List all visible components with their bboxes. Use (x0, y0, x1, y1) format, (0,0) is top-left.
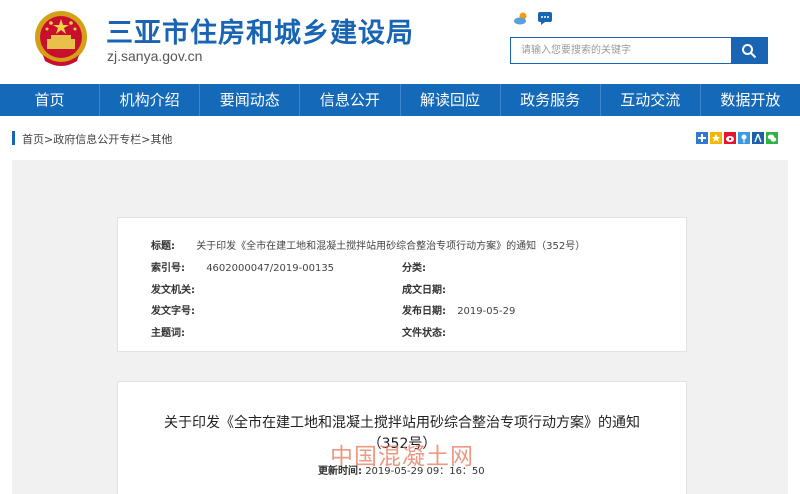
update-time: 更新时间: 2019-05-29 09：16：50 (318, 462, 485, 477)
meta-subject-row: 主题词: (151, 324, 185, 339)
meta-subject-label: 主题词: (151, 328, 185, 339)
meta-title-row: 标题: 关于印发《全市在建工地和混凝土搅拌站用砂综合整治专项行动方案》的通知（3… (151, 237, 585, 252)
meta-category-row: 分类: (402, 259, 426, 274)
site-domain: zj.sanya.gov.cn (107, 48, 203, 64)
meta-title-value: 关于印发《全市在建工地和混凝土搅拌站用砂综合整治专项行动方案》的通知（352号） (196, 241, 586, 252)
main-nav: 首页 机构介绍 要闻动态 信息公开 解读回应 政务服务 互动交流 数据开放 (0, 84, 800, 116)
nav-services[interactable]: 政务服务 (501, 84, 601, 116)
search-input[interactable] (511, 38, 731, 63)
breadcrumb-marker (12, 131, 15, 145)
meta-index-row: 索引号: 4602000047/2019-00135 (151, 259, 334, 274)
meta-published-row: 发布日期: 2019-05-29 (402, 302, 515, 317)
update-time-label: 更新时间: (318, 466, 362, 477)
share-more-icon[interactable] (696, 132, 708, 144)
meta-published-label: 发布日期: (402, 306, 446, 317)
search-icon (742, 43, 757, 58)
meta-issuer-row: 发文机关: (151, 281, 195, 296)
meta-published-value: 2019-05-29 (457, 306, 516, 317)
meta-index-value: 4602000047/2019-00135 (206, 263, 335, 274)
message-icon[interactable] (537, 10, 553, 26)
meta-docno-row: 发文字号: (151, 302, 195, 317)
site-header: 三亚市住房和城乡建设局 zj.sanya.gov.cn (0, 0, 800, 84)
tencent-weibo-icon[interactable] (738, 132, 750, 144)
breadcrumb: 首页>政府信息公开专栏>其他 (22, 131, 172, 147)
meta-status-row: 文件状态: (402, 324, 446, 339)
meta-category-label: 分类: (402, 263, 426, 274)
nav-interaction[interactable]: 互动交流 (601, 84, 701, 116)
national-emblem-icon (35, 11, 87, 66)
share-icons (696, 132, 778, 144)
meta-created-label: 成文日期: (402, 285, 446, 296)
weather-icon[interactable] (513, 10, 529, 26)
nav-news[interactable]: 要闻动态 (200, 84, 301, 116)
breadcrumb-section[interactable]: 政府信息公开专栏 (53, 133, 141, 146)
breadcrumb-separator: > (44, 133, 54, 146)
renren-icon[interactable] (752, 132, 764, 144)
nav-about[interactable]: 机构介绍 (100, 84, 201, 116)
site-title[interactable]: 三亚市住房和城乡建设局 (106, 11, 414, 50)
qzone-icon[interactable] (710, 132, 722, 144)
search-button[interactable] (731, 38, 767, 63)
meta-docno-label: 发文字号: (151, 306, 195, 317)
meta-status-label: 文件状态: (402, 328, 446, 339)
meta-issuer-label: 发文机关: (151, 285, 195, 296)
meta-title-label: 标题: (151, 241, 175, 252)
wechat-icon[interactable] (766, 132, 778, 144)
breadcrumb-home[interactable]: 首页 (22, 133, 44, 146)
update-time-value: 2019-05-29 09：16：50 (365, 466, 485, 477)
nav-home[interactable]: 首页 (0, 84, 101, 116)
meta-index-label: 索引号: (151, 263, 185, 274)
nav-interpretation[interactable]: 解读回应 (401, 84, 501, 116)
top-utility-icons (513, 10, 553, 26)
breadcrumb-current[interactable]: 其他 (150, 133, 172, 146)
nav-info-disclosure[interactable]: 信息公开 (300, 84, 401, 116)
meta-created-row: 成文日期: (402, 281, 446, 296)
nav-open-data[interactable]: 数据开放 (701, 84, 800, 116)
search-box (510, 37, 768, 64)
weibo-icon[interactable] (724, 132, 736, 144)
